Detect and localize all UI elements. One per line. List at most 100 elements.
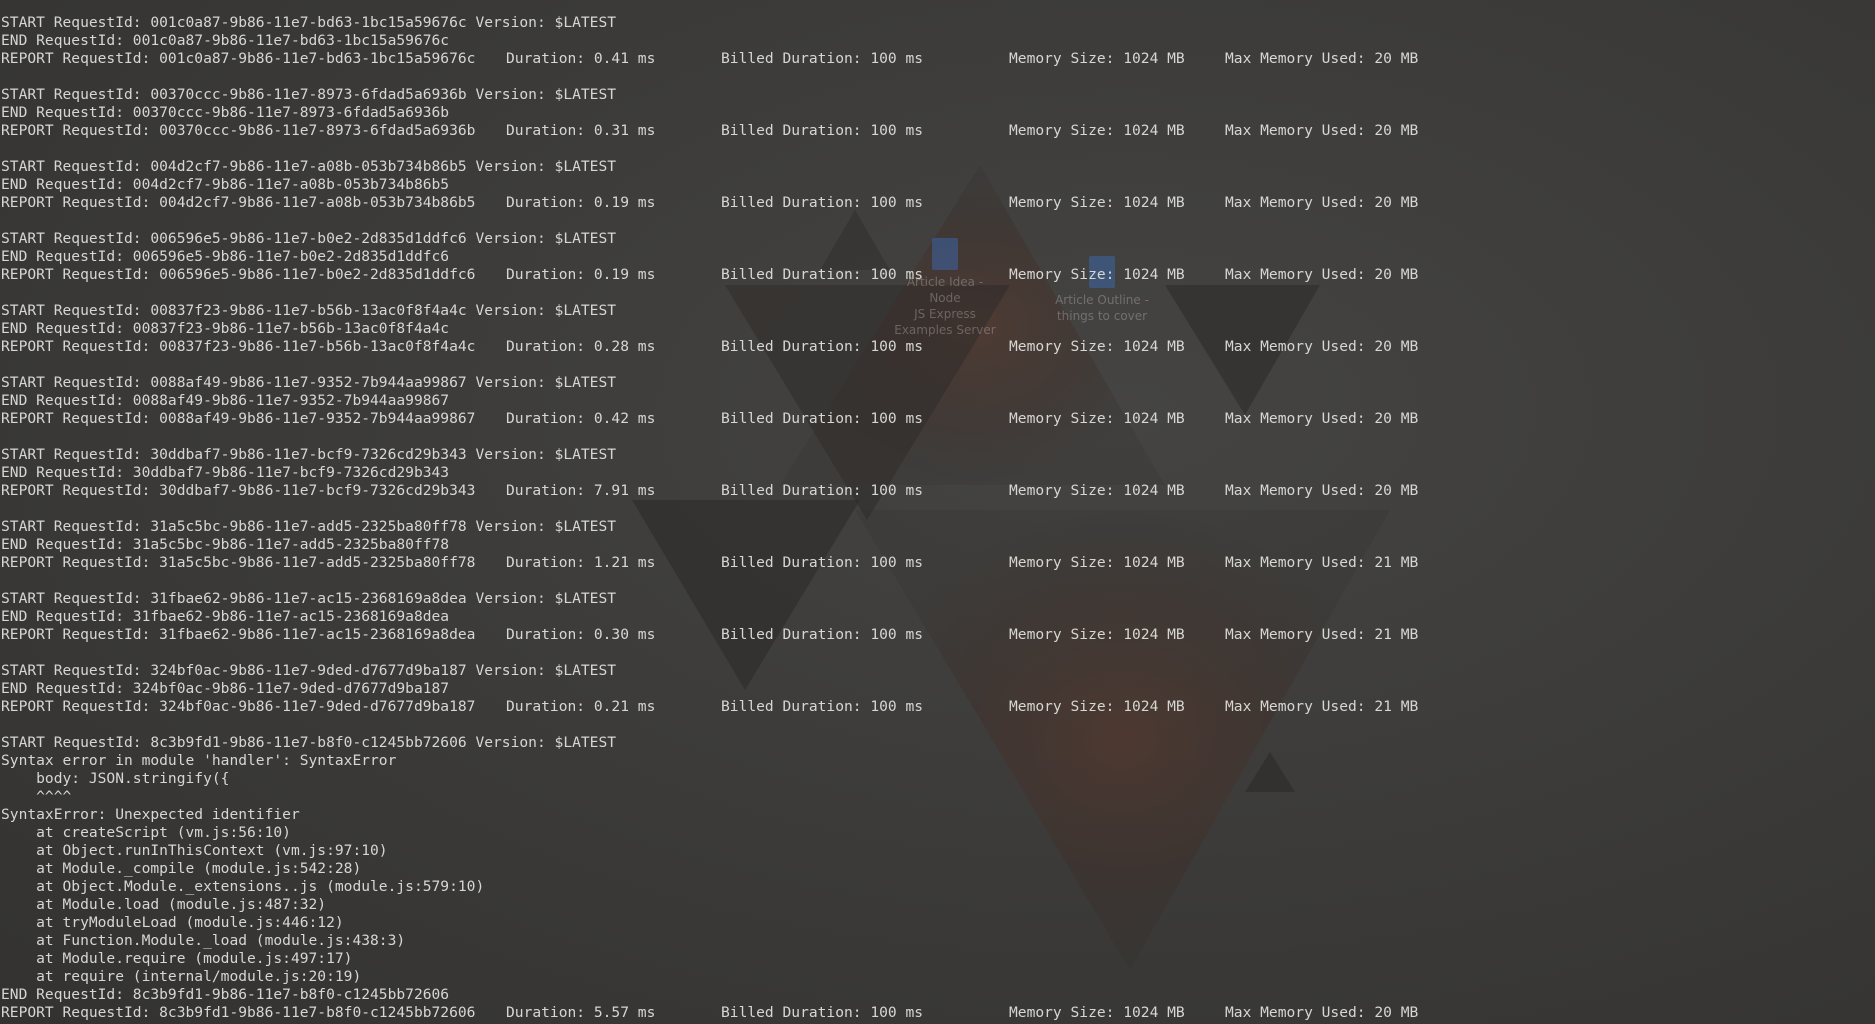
- log-report-line: REPORT RequestId: 8c3b9fd1-9b86-11e7-b8f…: [1, 1004, 1875, 1022]
- log-report-line: REPORT RequestId: 324bf0ac-9b86-11e7-9de…: [1, 698, 1875, 716]
- log-error-line: at require (internal/module.js:20:19): [1, 968, 362, 985]
- report-max-memory: Max Memory Used: 20 MB: [1225, 338, 1419, 355]
- log-start-line: START RequestId: 8c3b9fd1-9b86-11e7-b8f0…: [1, 734, 617, 751]
- report-billed-duration: Billed Duration: 100 ms: [721, 626, 924, 643]
- report-request-id: REPORT RequestId: 006596e5-9b86-11e7-b0e…: [1, 266, 476, 283]
- log-error-line: body: JSON.stringify({: [1, 770, 230, 787]
- report-billed-duration: Billed Duration: 100 ms: [721, 698, 924, 715]
- log-blank-line: [1, 644, 1875, 662]
- log-end-line: END RequestId: 31a5c5bc-9b86-11e7-add5-2…: [1, 536, 450, 553]
- log-error-line: at Object.runInThisContext (vm.js:97:10): [1, 842, 388, 859]
- report-billed-duration: Billed Duration: 100 ms: [721, 122, 924, 139]
- log-blank-line: [1, 140, 1875, 158]
- report-memory-size: Memory Size: 1024 MB: [1009, 482, 1185, 499]
- log-start-line: START RequestId: 006596e5-9b86-11e7-b0e2…: [1, 230, 617, 247]
- log-report-line: REPORT RequestId: 00837f23-9b86-11e7-b56…: [1, 338, 1875, 356]
- log-blank-line: [1, 212, 1875, 230]
- log-end-line: END RequestId: 31fbae62-9b86-11e7-ac15-2…: [1, 608, 450, 625]
- report-duration: Duration: 0.41 ms: [506, 50, 656, 67]
- report-duration: Duration: 1.21 ms: [506, 554, 656, 571]
- report-duration: Duration: 7.91 ms: [506, 482, 656, 499]
- log-end-line: END RequestId: 004d2cf7-9b86-11e7-a08b-0…: [1, 176, 450, 193]
- report-duration: Duration: 0.30 ms: [506, 626, 656, 643]
- report-billed-duration: Billed Duration: 100 ms: [721, 194, 924, 211]
- report-memory-size: Memory Size: 1024 MB: [1009, 50, 1185, 67]
- log-request-group: START RequestId: 00837f23-9b86-11e7-b56b…: [1, 302, 1875, 374]
- log-request-group: START RequestId: 001c0a87-9b86-11e7-bd63…: [1, 14, 1875, 86]
- report-memory-size: Memory Size: 1024 MB: [1009, 194, 1185, 211]
- log-report-line: REPORT RequestId: 001c0a87-9b86-11e7-bd6…: [1, 50, 1875, 68]
- log-end-line: END RequestId: 30ddbaf7-9b86-11e7-bcf9-7…: [1, 464, 450, 481]
- log-blank-line: [1, 500, 1875, 518]
- report-billed-duration: Billed Duration: 100 ms: [721, 266, 924, 283]
- report-duration: Duration: 5.57 ms: [506, 1004, 656, 1021]
- report-duration: Duration: 0.28 ms: [506, 338, 656, 355]
- log-end-line: END RequestId: 00370ccc-9b86-11e7-8973-6…: [1, 104, 450, 121]
- report-memory-size: Memory Size: 1024 MB: [1009, 626, 1185, 643]
- report-billed-duration: Billed Duration: 100 ms: [721, 338, 924, 355]
- report-request-id: REPORT RequestId: 324bf0ac-9b86-11e7-9de…: [1, 698, 476, 715]
- report-duration: Duration: 0.31 ms: [506, 122, 656, 139]
- log-end-line: END RequestId: 001c0a87-9b86-11e7-bd63-1…: [1, 32, 450, 49]
- log-error-line: at Object.Module._extensions..js (module…: [1, 878, 485, 895]
- report-duration: Duration: 0.19 ms: [506, 266, 656, 283]
- report-memory-size: Memory Size: 1024 MB: [1009, 1004, 1185, 1021]
- log-start-line: START RequestId: 30ddbaf7-9b86-11e7-bcf9…: [1, 446, 617, 463]
- report-max-memory: Max Memory Used: 21 MB: [1225, 554, 1419, 571]
- log-blank-line: [1, 356, 1875, 374]
- log-error-line: at createScript (vm.js:56:10): [1, 824, 291, 841]
- report-max-memory: Max Memory Used: 20 MB: [1225, 194, 1419, 211]
- log-report-line: REPORT RequestId: 31a5c5bc-9b86-11e7-add…: [1, 554, 1875, 572]
- report-billed-duration: Billed Duration: 100 ms: [721, 50, 924, 67]
- report-request-id: REPORT RequestId: 8c3b9fd1-9b86-11e7-b8f…: [1, 1004, 476, 1021]
- report-max-memory: Max Memory Used: 20 MB: [1225, 122, 1419, 139]
- log-blank-line: [1, 68, 1875, 86]
- log-blank-line: [1, 428, 1875, 446]
- log-error-line: at Module.load (module.js:487:32): [1, 896, 327, 913]
- report-request-id: REPORT RequestId: 0088af49-9b86-11e7-935…: [1, 410, 476, 427]
- log-request-group-error: START RequestId: 8c3b9fd1-9b86-11e7-b8f0…: [1, 734, 1875, 1022]
- log-error-line: at Module.require (module.js:497:17): [1, 950, 353, 967]
- log-end-line: END RequestId: 324bf0ac-9b86-11e7-9ded-d…: [1, 680, 450, 697]
- log-end-line: END RequestId: 8c3b9fd1-9b86-11e7-b8f0-c…: [1, 986, 450, 1003]
- log-error-line: SyntaxError: Unexpected identifier: [1, 806, 300, 823]
- log-request-group: START RequestId: 006596e5-9b86-11e7-b0e2…: [1, 230, 1875, 302]
- terminal-output[interactable]: START RequestId: 001c0a87-9b86-11e7-bd63…: [0, 0, 1875, 1024]
- log-start-line: START RequestId: 004d2cf7-9b86-11e7-a08b…: [1, 158, 617, 175]
- report-billed-duration: Billed Duration: 100 ms: [721, 554, 924, 571]
- report-request-id: REPORT RequestId: 001c0a87-9b86-11e7-bd6…: [1, 50, 476, 67]
- report-request-id: REPORT RequestId: 30ddbaf7-9b86-11e7-bcf…: [1, 482, 476, 499]
- report-memory-size: Memory Size: 1024 MB: [1009, 338, 1185, 355]
- report-max-memory: Max Memory Used: 21 MB: [1225, 626, 1419, 643]
- report-request-id: REPORT RequestId: 31fbae62-9b86-11e7-ac1…: [1, 626, 476, 643]
- log-error-line: ^^^^: [1, 788, 72, 805]
- log-start-line: START RequestId: 0088af49-9b86-11e7-9352…: [1, 374, 617, 391]
- report-max-memory: Max Memory Used: 21 MB: [1225, 698, 1419, 715]
- log-end-line: END RequestId: 00837f23-9b86-11e7-b56b-1…: [1, 320, 450, 337]
- log-blank-line: [1, 284, 1875, 302]
- report-memory-size: Memory Size: 1024 MB: [1009, 698, 1185, 715]
- report-memory-size: Memory Size: 1024 MB: [1009, 122, 1185, 139]
- log-end-line: END RequestId: 006596e5-9b86-11e7-b0e2-2…: [1, 248, 450, 265]
- log-request-group: START RequestId: 004d2cf7-9b86-11e7-a08b…: [1, 158, 1875, 230]
- log-blank-line: [1, 572, 1875, 590]
- log-end-line: END RequestId: 0088af49-9b86-11e7-9352-7…: [1, 392, 450, 409]
- report-billed-duration: Billed Duration: 100 ms: [721, 410, 924, 427]
- log-report-line: REPORT RequestId: 004d2cf7-9b86-11e7-a08…: [1, 194, 1875, 212]
- report-max-memory: Max Memory Used: 20 MB: [1225, 482, 1419, 499]
- report-max-memory: Max Memory Used: 20 MB: [1225, 50, 1419, 67]
- report-max-memory: Max Memory Used: 20 MB: [1225, 410, 1419, 427]
- log-start-line: START RequestId: 00370ccc-9b86-11e7-8973…: [1, 86, 617, 103]
- log-report-line: REPORT RequestId: 00370ccc-9b86-11e7-897…: [1, 122, 1875, 140]
- log-blank-line: [1, 716, 1875, 734]
- report-billed-duration: Billed Duration: 100 ms: [721, 1004, 924, 1021]
- log-report-line: REPORT RequestId: 30ddbaf7-9b86-11e7-bcf…: [1, 482, 1875, 500]
- report-duration: Duration: 0.21 ms: [506, 698, 656, 715]
- report-request-id: REPORT RequestId: 31a5c5bc-9b86-11e7-add…: [1, 554, 476, 571]
- report-billed-duration: Billed Duration: 100 ms: [721, 482, 924, 499]
- log-start-line: START RequestId: 324bf0ac-9b86-11e7-9ded…: [1, 662, 617, 679]
- log-start-line: START RequestId: 31fbae62-9b86-11e7-ac15…: [1, 590, 617, 607]
- report-max-memory: Max Memory Used: 20 MB: [1225, 266, 1419, 283]
- report-duration: Duration: 0.42 ms: [506, 410, 656, 427]
- desktop: Article Idea - Node JS Express Examples …: [0, 0, 1875, 1024]
